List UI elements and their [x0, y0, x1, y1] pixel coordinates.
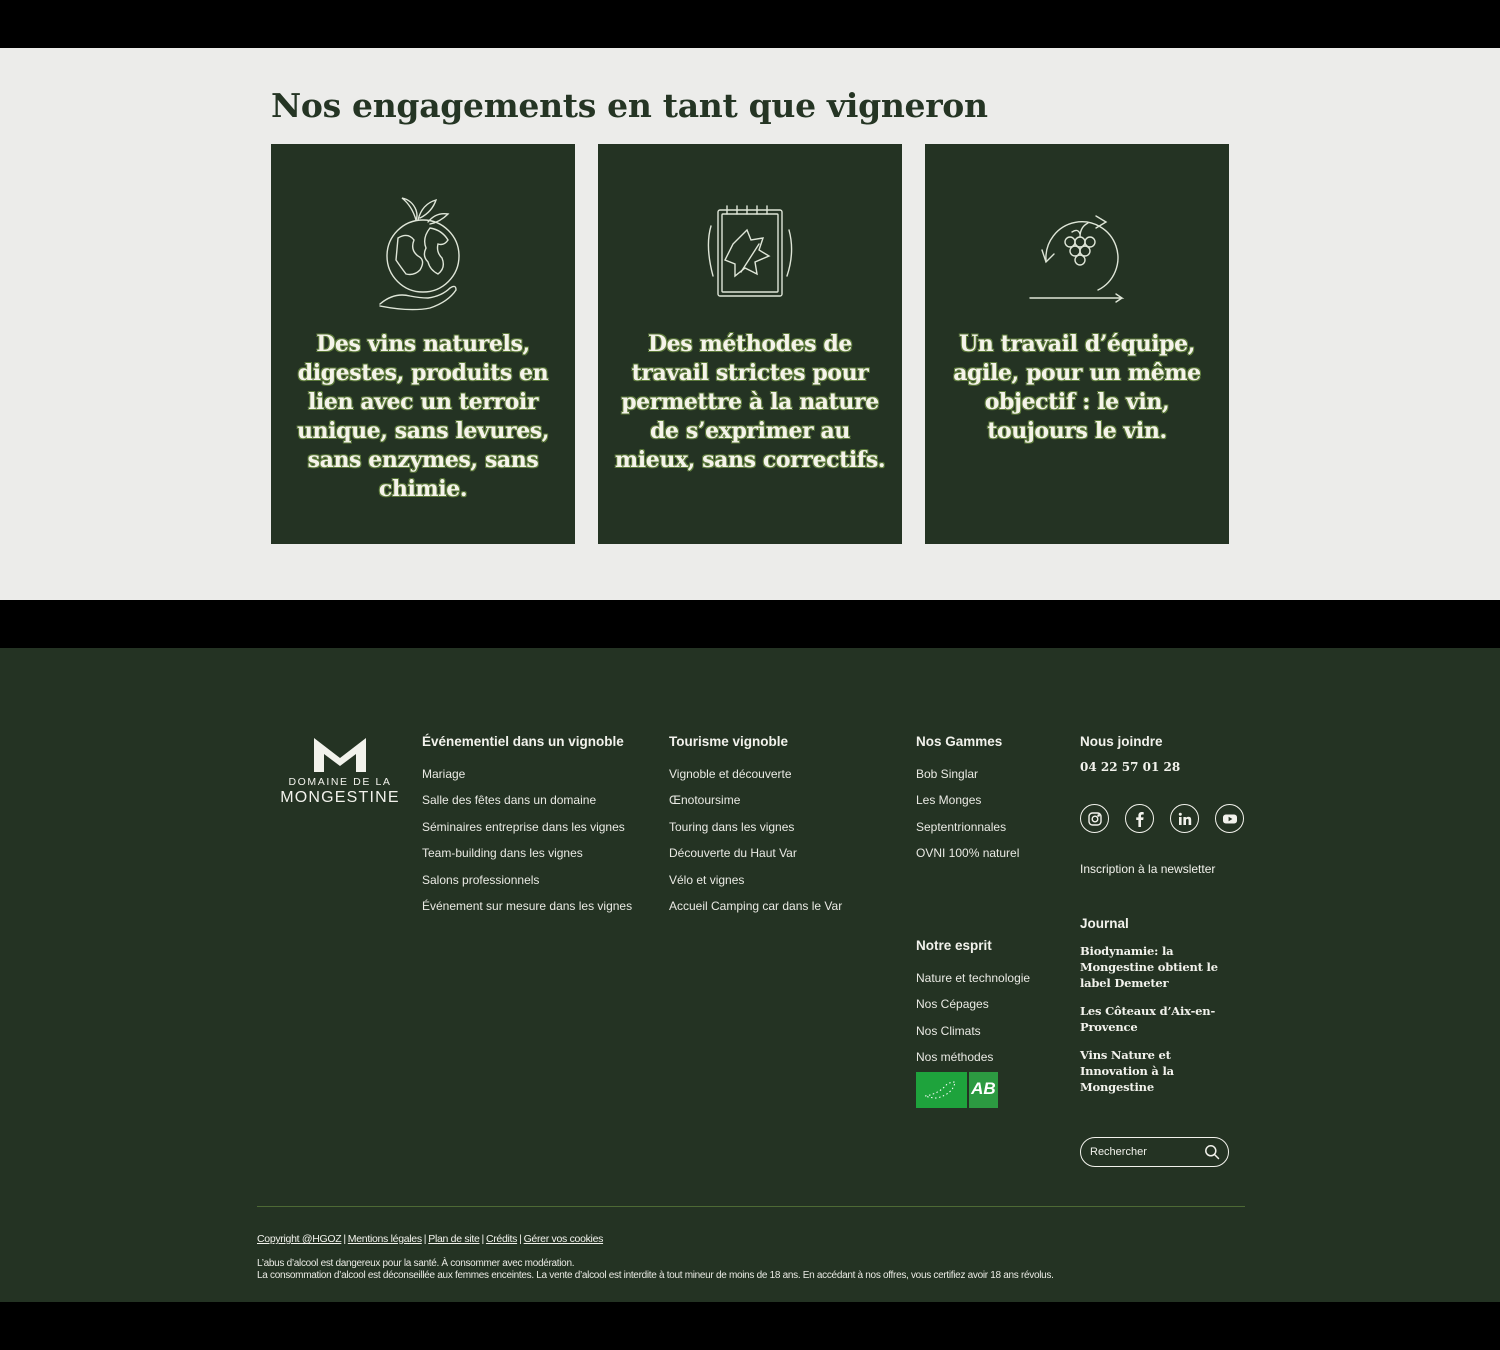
facebook-icon[interactable] — [1125, 804, 1154, 833]
col-heading: Événementiel dans un vignoble — [422, 734, 624, 749]
notebook-leaf-icon — [707, 205, 793, 297]
m-monogram-icon — [314, 738, 366, 772]
instagram-icon[interactable] — [1080, 804, 1109, 833]
cookie-settings-link[interactable]: Gérer vos cookies — [524, 1233, 604, 1245]
footer-link[interactable]: Nos Climats — [916, 1018, 1030, 1044]
site-footer: DOMAINE DE LA MONGESTINE Événementiel da… — [0, 648, 1500, 1302]
social-links — [1080, 804, 1244, 833]
footer-col-events: Événementiel dans un vignoble Mariage Sa… — [422, 734, 632, 919]
footer-link[interactable]: Nos méthodes — [916, 1044, 1030, 1070]
top-black-band — [0, 0, 1500, 48]
footer-link[interactable]: Événement sur mesure dans les vignes — [422, 893, 632, 919]
journal-article-link[interactable]: Les Côteaux d’Aix-en-Provence — [1080, 1003, 1230, 1035]
footer-link[interactable]: Touring dans les vignes — [669, 814, 842, 840]
eu-organic-leaf-icon — [916, 1072, 967, 1108]
footer-link[interactable]: Séminaires entreprise dans les vignes — [422, 814, 632, 840]
credits-link[interactable]: Crédits — [486, 1233, 517, 1245]
col-heading: Nous joindre — [1080, 734, 1163, 749]
footer-link[interactable]: Salle des fêtes dans un domaine — [422, 787, 632, 813]
copyright-link[interactable]: Copyright @HGOZ — [257, 1233, 342, 1245]
search-input[interactable] — [1090, 1146, 1198, 1158]
footer-col-gammes: Nos Gammes Bob Singlar Les Monges Septen… — [916, 734, 1019, 867]
journal-article-link[interactable]: Vins Nature et Innovation à la Mongestin… — [1080, 1047, 1230, 1095]
footer-link[interactable]: Nos Cépages — [916, 991, 1030, 1017]
grape-cycle-icon — [1029, 215, 1125, 303]
col-heading: Nos Gammes — [916, 734, 1003, 749]
phone-number[interactable]: 04 22 57 01 28 — [1080, 760, 1180, 774]
footer-link[interactable]: Bob Singlar — [916, 761, 1019, 787]
col-heading: Notre esprit — [916, 938, 992, 953]
footer-link[interactable]: Team-building dans les vignes — [422, 840, 632, 866]
engagement-card-methods: Des méthodes de travail strictes pour pe… — [598, 144, 902, 544]
alcohol-warning: L’abus d’alcool est dangereux pour la sa… — [257, 1258, 575, 1269]
search-icon[interactable] — [1204, 1144, 1220, 1160]
legal-notice-link[interactable]: Mentions légales — [348, 1233, 422, 1245]
logo-name: MONGESTINE — [280, 789, 400, 806]
linkedin-icon[interactable] — [1170, 804, 1199, 833]
card-text: Des méthodes de travail strictes pour pe… — [614, 331, 886, 473]
footer-link[interactable]: Mariage — [422, 761, 632, 787]
footer-link[interactable]: Œnotoursime — [669, 787, 842, 813]
footer-link[interactable]: Nature et technologie — [916, 965, 1030, 991]
col-heading: Tourisme vignoble — [669, 734, 789, 749]
brand-logo[interactable]: DOMAINE DE LA MONGESTINE — [275, 736, 405, 807]
engagement-card-natural: Des vins naturels, digestes, produits en… — [271, 144, 575, 544]
footer-link[interactable]: Salons professionnels — [422, 867, 632, 893]
engagement-card-team: Un travail d’équipe, agile, pour un même… — [925, 144, 1229, 544]
col-heading: Journal — [1080, 916, 1129, 931]
footer-link[interactable]: OVNI 100% naturel — [916, 840, 1019, 866]
newsletter-link[interactable]: Inscription à la newsletter — [1080, 862, 1215, 876]
footer-link[interactable]: Les Monges — [916, 787, 1019, 813]
legal-links: Copyright @HGOZ | Mentions légales | Plan de… — [257, 1233, 604, 1245]
search-box — [1080, 1137, 1229, 1167]
engagements-section: Nos engagements en tant que vigneron Des… — [0, 48, 1500, 600]
bottom-black-band — [0, 1302, 1500, 1350]
footer-link[interactable]: Découverte du Haut Var — [669, 840, 842, 866]
footer-divider — [257, 1206, 1245, 1207]
middle-black-band — [0, 600, 1500, 648]
organic-certification-badge: AB — [916, 1072, 998, 1108]
logo-tagline: DOMAINE DE LA — [288, 776, 392, 788]
footer-link[interactable]: Vélo et vignes — [669, 867, 842, 893]
footer-col-tourisme: Tourisme vignoble Vignoble et découverte… — [669, 734, 842, 919]
footer-col-contact: Nous joindre 04 22 57 01 28 — [1080, 734, 1180, 774]
earth-in-hand-icon — [379, 197, 460, 311]
journal-article-link[interactable]: Biodynamie: la Mongestine obtient le lab… — [1080, 943, 1230, 991]
ab-label: AB — [968, 1072, 998, 1108]
youtube-icon[interactable] — [1215, 804, 1244, 833]
section-title: Nos engagements en tant que vigneron — [271, 86, 988, 125]
alcohol-legal-notice: La consommation d’alcool est déconseillé… — [257, 1270, 1054, 1281]
sitemap-link[interactable]: Plan de site — [428, 1233, 480, 1245]
footer-link[interactable]: Accueil Camping car dans le Var — [669, 893, 842, 919]
footer-col-journal: Journal Biodynamie: la Mongestine obtien… — [1080, 916, 1230, 1107]
footer-col-esprit: Notre esprit Nature et technologie Nos C… — [916, 938, 1030, 1071]
card-text: Un travail d’équipe, agile, pour un même… — [953, 331, 1201, 444]
card-text: Des vins naturels, digestes, produits en… — [296, 331, 550, 502]
footer-link[interactable]: Septentrionnales — [916, 814, 1019, 840]
footer-link[interactable]: Vignoble et découverte — [669, 761, 842, 787]
